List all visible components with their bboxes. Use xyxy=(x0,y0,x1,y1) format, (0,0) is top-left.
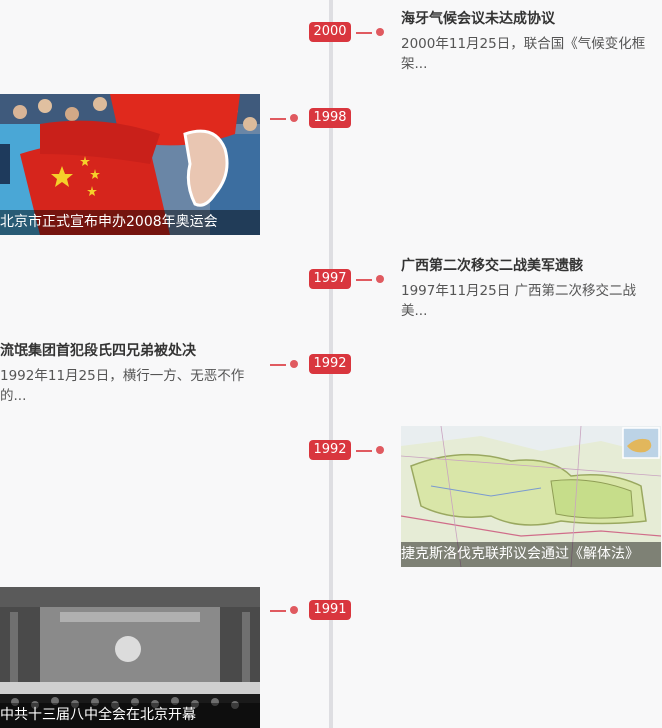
year-badge: 1991 xyxy=(309,600,351,620)
connector-line xyxy=(270,118,286,120)
event-summary: 2000年11月25日，联合国《气候变化框架... xyxy=(401,36,646,72)
event-image-card[interactable]: 北京市正式宣布申办2008年奥运会 xyxy=(0,94,260,235)
connector-dot xyxy=(290,360,298,368)
year-badge: 1992 xyxy=(309,354,351,374)
connector-dot xyxy=(290,606,298,614)
connector-line xyxy=(356,279,372,281)
year-badge: 1998 xyxy=(309,108,351,128)
connector-line xyxy=(270,610,286,612)
year-badge: 2000 xyxy=(309,22,351,42)
connector-line xyxy=(270,364,286,366)
event-card[interactable]: 广西第二次移交二战美军遗骸 1997年11月25日 广西第二次移交二战美... xyxy=(401,256,661,321)
year-badge: 1992 xyxy=(309,440,351,460)
event-caption: 北京市正式宣布申办2008年奥运会 xyxy=(0,210,260,235)
connector-line xyxy=(356,450,372,452)
connector-dot xyxy=(290,114,298,122)
event-summary: 1992年11月25日，横行一方、无恶不作的... xyxy=(0,368,245,404)
event-summary: 1997年11月25日 广西第二次移交二战美... xyxy=(401,283,637,319)
connector-dot xyxy=(376,28,384,36)
connector-dot xyxy=(376,446,384,454)
event-card[interactable]: 海牙气候会议未达成协议 2000年11月25日，联合国《气候变化框架... xyxy=(401,9,661,74)
event-caption: 捷克斯洛伐克联邦议会通过《解体法》 xyxy=(401,542,661,567)
event-image-card[interactable]: 中共十三届八中全会在北京开幕 xyxy=(0,587,260,728)
connector-dot xyxy=(376,275,384,283)
event-card[interactable]: 流氓集团首犯段氏四兄弟被处决 1992年11月25日，横行一方、无恶不作的... xyxy=(0,341,260,406)
connector-line xyxy=(356,32,372,34)
year-badge: 1997 xyxy=(309,269,351,289)
event-title[interactable]: 海牙气候会议未达成协议 xyxy=(401,9,661,29)
event-title[interactable]: 流氓集团首犯段氏四兄弟被处决 xyxy=(0,341,260,361)
event-image-card[interactable]: 捷克斯洛伐克联邦议会通过《解体法》 xyxy=(401,426,661,567)
event-title[interactable]: 广西第二次移交二战美军遗骸 xyxy=(401,256,661,276)
event-caption: 中共十三届八中全会在北京开幕 xyxy=(0,703,260,728)
